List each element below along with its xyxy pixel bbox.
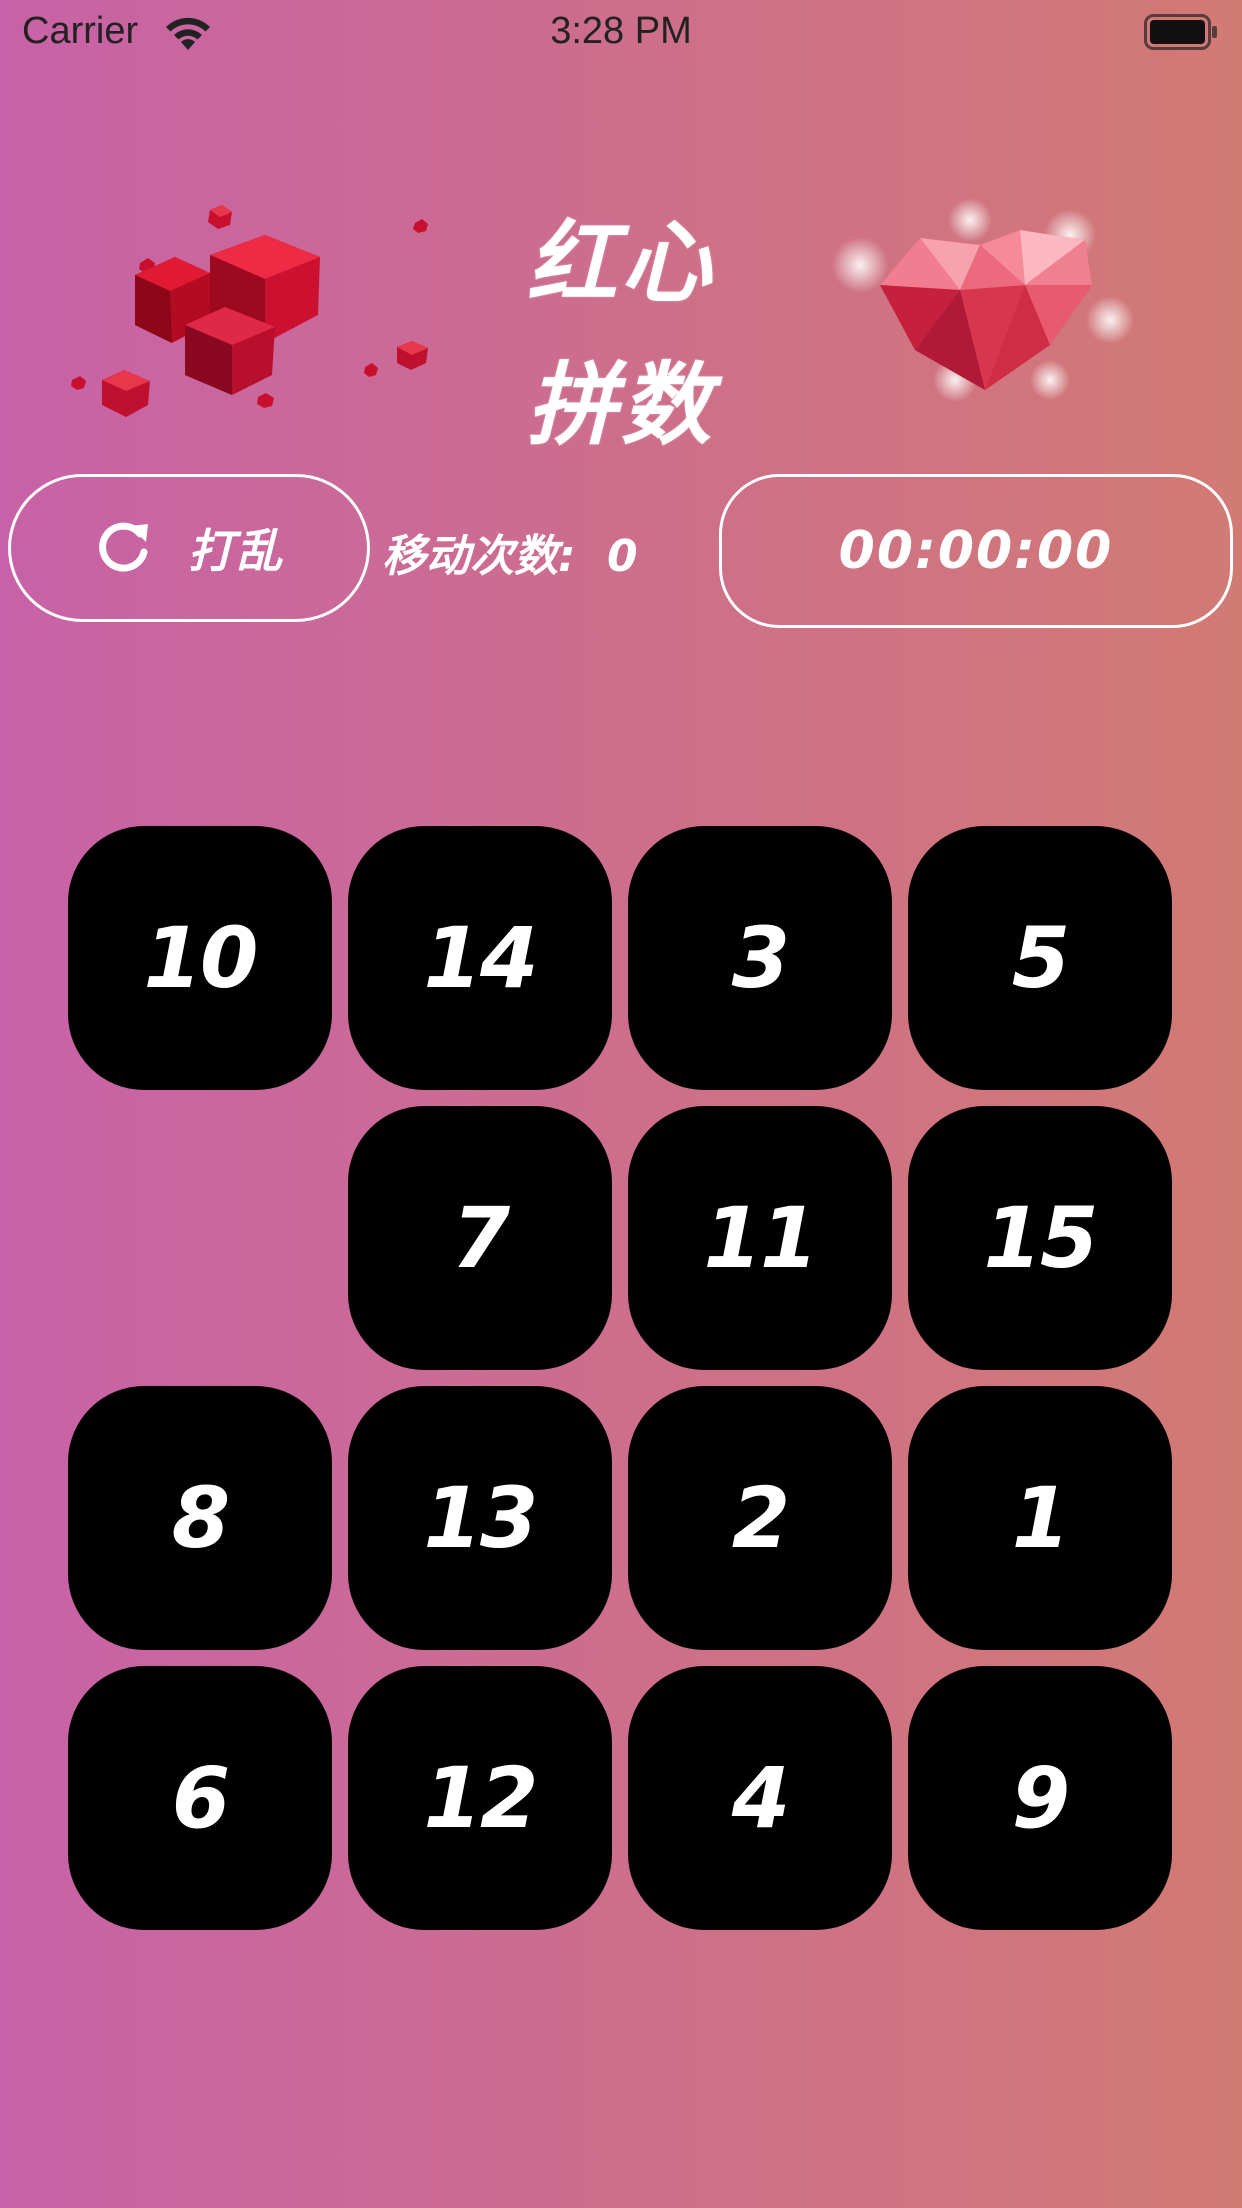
wifi-icon — [166, 17, 210, 50]
refresh-icon — [99, 522, 148, 572]
puzzle-board: 10 14 3 5 7 11 15 8 13 2 1 6 12 4 9 — [68, 826, 1174, 1932]
tile-number: 11 — [703, 1189, 819, 1287]
tile-number: 2 — [731, 1469, 790, 1567]
heart-illustration — [832, 198, 1134, 402]
tile-12[interactable]: 12 — [348, 1666, 612, 1930]
tile-number: 13 — [423, 1469, 539, 1567]
tile-13[interactable]: 13 — [348, 1386, 612, 1650]
tile-14[interactable]: 14 — [348, 826, 612, 1090]
tile-number: 8 — [171, 1469, 230, 1567]
tile-5[interactable]: 5 — [908, 826, 1172, 1090]
tile-15[interactable]: 15 — [908, 1106, 1172, 1370]
tile-number: 5 — [1011, 909, 1070, 1007]
tile-6[interactable]: 6 — [68, 1666, 332, 1930]
tile-1[interactable]: 1 — [908, 1386, 1172, 1650]
tile-number: 4 — [731, 1749, 790, 1847]
tile-2[interactable]: 2 — [628, 1386, 892, 1650]
battery-icon — [1144, 14, 1217, 50]
title-line-2: 拼数 — [527, 353, 715, 458]
move-counter: 移动次数: 0 — [382, 520, 712, 584]
timer-display: 00:00:00 — [719, 474, 1233, 628]
tile-number: 9 — [1011, 1749, 1070, 1847]
tile-number: 12 — [423, 1749, 539, 1847]
tile-8[interactable]: 8 — [68, 1386, 332, 1650]
status-bar: Carrier 3:28 PM — [0, 0, 1242, 66]
tile-7[interactable]: 7 — [348, 1106, 612, 1370]
tile-number: 3 — [731, 909, 790, 1007]
tile-number: 7 — [451, 1189, 510, 1287]
moves-count: 0 — [606, 531, 638, 582]
tile-number: 6 — [171, 1749, 230, 1847]
shuffle-label: 打乱 — [188, 524, 284, 578]
tile-11[interactable]: 11 — [628, 1106, 892, 1370]
moves-label: 移动次数: — [382, 531, 576, 582]
tile-number: 1 — [1011, 1469, 1070, 1567]
tile-10[interactable]: 10 — [68, 826, 332, 1090]
cubes-illustration — [71, 205, 428, 417]
carrier-label: Carrier — [22, 10, 139, 52]
tile-number: 15 — [983, 1189, 1099, 1287]
tile-number: 14 — [423, 909, 539, 1007]
tile-number: 10 — [143, 909, 259, 1007]
tile-3[interactable]: 3 — [628, 826, 892, 1090]
tile-9[interactable]: 9 — [908, 1666, 1172, 1930]
title-line-1: 红心 — [527, 211, 715, 316]
tile-4[interactable]: 4 — [628, 1666, 892, 1930]
shuffle-button[interactable]: 打乱 — [8, 474, 370, 622]
